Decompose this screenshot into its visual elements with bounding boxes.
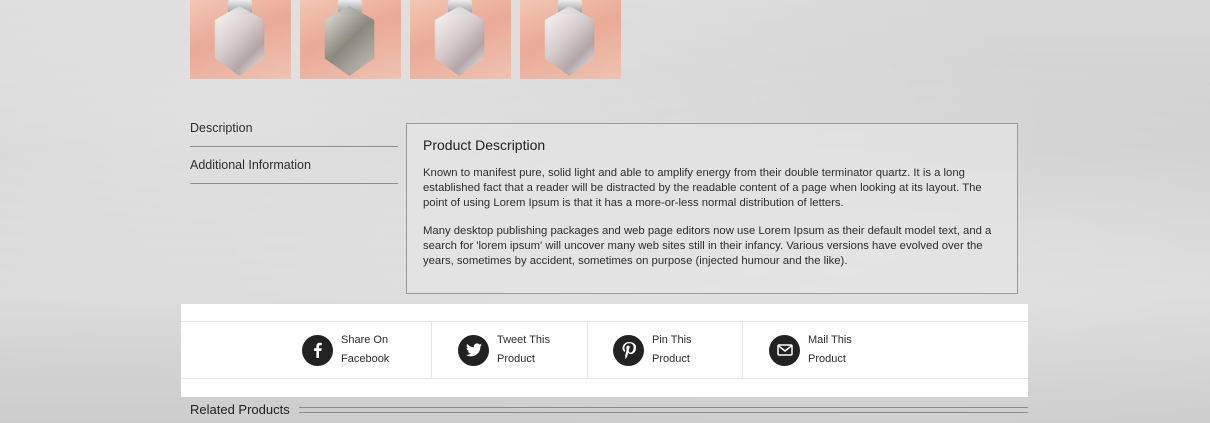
share-facebook-label: Share On Facebook (341, 331, 389, 369)
section-divider (298, 406, 1028, 413)
mail-icon (769, 334, 800, 366)
description-panel: Product Description Known to manifest pu… (406, 123, 1018, 294)
description-heading: Product Description (423, 137, 546, 153)
tab-description[interactable]: Description (190, 112, 398, 147)
share-divider (587, 322, 588, 378)
share-label-line: Product (497, 353, 535, 365)
share-label-line: Share On (341, 334, 389, 346)
share-mail-button[interactable]: Mail This Product (769, 322, 852, 378)
description-paragraph: Many desktop publishing packages and web… (423, 225, 992, 267)
description-paragraph: Known to manifest pure, solid light and … (423, 167, 982, 209)
share-label-line: Facebook (341, 353, 390, 365)
twitter-icon (458, 334, 489, 366)
share-twitter-button[interactable]: Tweet This Product (458, 322, 550, 378)
share-facebook-button[interactable]: Share On Facebook (302, 322, 389, 378)
product-thumbnails (190, 0, 621, 79)
crystal-image (214, 6, 265, 76)
share-label-line: Tweet This (497, 334, 550, 346)
product-thumbnail[interactable] (520, 0, 621, 79)
share-bar: Share On Facebook Tweet This Product Pin… (181, 304, 1028, 397)
share-row: Share On Facebook Tweet This Product Pin… (181, 321, 1028, 379)
share-pinterest-button[interactable]: Pin This Product (613, 322, 692, 378)
pinterest-icon (613, 334, 644, 366)
product-thumbnail[interactable] (410, 0, 511, 79)
tab-additional-information[interactable]: Additional Information (190, 147, 398, 184)
share-pinterest-label: Pin This Product (652, 331, 692, 369)
crystal-image (434, 6, 485, 76)
share-label-line: Product (652, 353, 690, 365)
share-twitter-label: Tweet This Product (497, 331, 550, 369)
related-products-header: Related Products (190, 402, 1028, 417)
related-products-title: Related Products (190, 402, 290, 417)
product-thumbnail[interactable] (190, 0, 291, 79)
product-tabs: Description Additional Information (190, 112, 398, 184)
share-divider (431, 322, 432, 378)
share-mail-label: Mail This Product (808, 331, 852, 369)
crystal-image (324, 6, 375, 76)
crystal-image (544, 6, 595, 76)
share-label-line: Pin This (652, 334, 692, 346)
facebook-icon (302, 334, 333, 366)
share-divider (742, 322, 743, 378)
share-label-line: Product (808, 353, 846, 365)
product-thumbnail[interactable] (300, 0, 401, 79)
share-label-line: Mail This (808, 334, 852, 346)
